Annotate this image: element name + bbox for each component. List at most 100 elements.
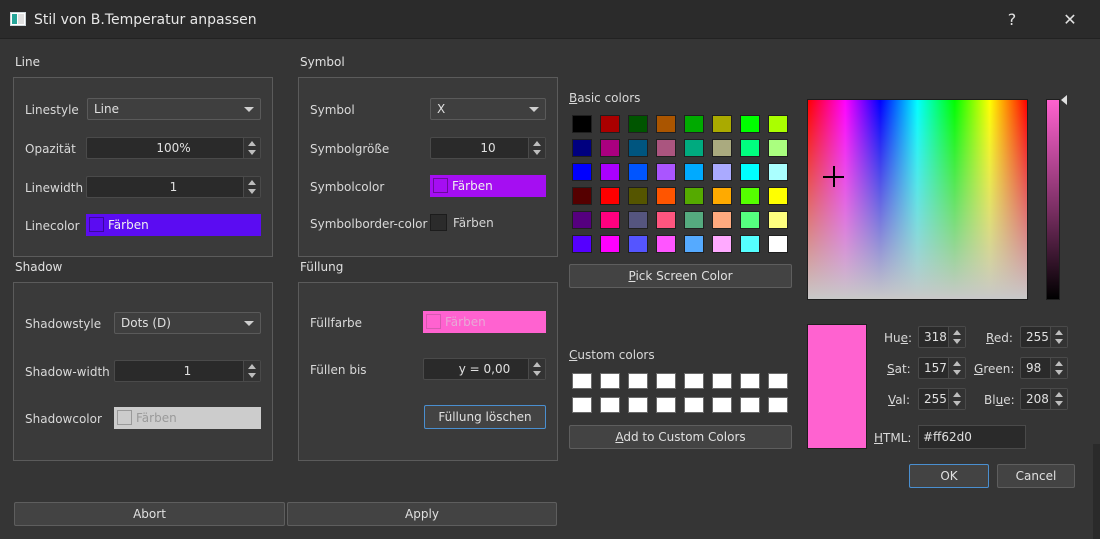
shadowstyle-combo[interactable]: Dots (D): [114, 312, 261, 334]
shadowcolor-button[interactable]: Färben: [114, 407, 261, 429]
spin-up-icon[interactable]: [953, 361, 961, 366]
custom-color-swatch[interactable]: [684, 397, 704, 413]
basic-color-swatch[interactable]: [628, 211, 648, 229]
spin-buttons[interactable]: [948, 358, 965, 378]
basic-color-swatch[interactable]: [768, 187, 788, 205]
custom-color-swatch[interactable]: [656, 373, 676, 389]
spin-up-icon[interactable]: [248, 141, 256, 146]
basic-color-swatch[interactable]: [600, 163, 620, 181]
spin-down-icon[interactable]: [953, 339, 961, 344]
basic-color-swatch[interactable]: [740, 115, 760, 133]
symbolsize-spinbox[interactable]: 10: [430, 137, 546, 159]
spin-up-icon[interactable]: [1055, 392, 1063, 397]
basic-color-swatch[interactable]: [712, 163, 732, 181]
spin-up-icon[interactable]: [248, 364, 256, 369]
linecolor-button[interactable]: Färben: [86, 214, 261, 236]
symbol-combo[interactable]: X: [430, 98, 546, 120]
red-spinbox[interactable]: 255: [1020, 326, 1068, 348]
basic-color-swatch[interactable]: [768, 163, 788, 181]
scrollbar[interactable]: [1093, 444, 1100, 539]
basic-color-swatch[interactable]: [572, 115, 592, 133]
basic-color-swatch[interactable]: [656, 187, 676, 205]
spin-down-icon[interactable]: [533, 150, 541, 155]
spin-buttons[interactable]: [948, 327, 965, 347]
basic-color-swatch[interactable]: [768, 115, 788, 133]
custom-color-swatch[interactable]: [656, 397, 676, 413]
green-spinbox[interactable]: 98: [1020, 357, 1068, 379]
spin-down-icon[interactable]: [248, 150, 256, 155]
custom-color-swatch[interactable]: [572, 373, 592, 389]
spin-up-icon[interactable]: [533, 141, 541, 146]
basic-color-swatch[interactable]: [600, 115, 620, 133]
pick-screen-color-button[interactable]: Pick Screen Color: [569, 264, 792, 288]
ok-button[interactable]: OK: [909, 464, 989, 488]
spin-up-icon[interactable]: [1055, 361, 1063, 366]
basic-color-swatch[interactable]: [684, 235, 704, 253]
basic-color-swatch[interactable]: [628, 235, 648, 253]
basic-color-swatch[interactable]: [572, 139, 592, 157]
slider-arrow-icon[interactable]: [1061, 95, 1067, 105]
spin-down-icon[interactable]: [1055, 401, 1063, 406]
basic-color-swatch[interactable]: [628, 115, 648, 133]
spin-down-icon[interactable]: [1055, 339, 1063, 344]
basic-color-swatch[interactable]: [600, 235, 620, 253]
basic-color-swatch[interactable]: [712, 115, 732, 133]
spin-up-icon[interactable]: [248, 180, 256, 185]
spin-down-icon[interactable]: [953, 370, 961, 375]
basic-color-swatch[interactable]: [684, 211, 704, 229]
basic-color-swatch[interactable]: [768, 139, 788, 157]
sat-spinbox[interactable]: 157: [918, 357, 966, 379]
custom-color-swatch[interactable]: [684, 373, 704, 389]
basic-color-swatch[interactable]: [600, 187, 620, 205]
basic-color-swatch[interactable]: [600, 139, 620, 157]
help-icon[interactable]: ?: [1000, 8, 1024, 32]
custom-color-swatch[interactable]: [628, 373, 648, 389]
spin-buttons[interactable]: [243, 361, 260, 381]
spin-buttons[interactable]: [1050, 358, 1067, 378]
basic-color-swatch[interactable]: [712, 211, 732, 229]
value-slider[interactable]: [1046, 99, 1060, 300]
linewidth-spinbox[interactable]: 1: [86, 176, 261, 198]
custom-color-swatch[interactable]: [740, 397, 760, 413]
spin-buttons[interactable]: [948, 389, 965, 409]
basic-color-swatch[interactable]: [740, 139, 760, 157]
shadowwidth-spinbox[interactable]: 1: [114, 360, 261, 382]
basic-color-swatch[interactable]: [712, 139, 732, 157]
val-spinbox[interactable]: 255: [918, 388, 966, 410]
spin-up-icon[interactable]: [953, 392, 961, 397]
basic-color-swatch[interactable]: [712, 187, 732, 205]
close-icon[interactable]: ✕: [1058, 8, 1082, 32]
spin-down-icon[interactable]: [248, 373, 256, 378]
fillcolor-button[interactable]: Färben: [423, 311, 546, 333]
basic-color-swatch[interactable]: [572, 163, 592, 181]
filluntil-spinbox[interactable]: y = 0,00: [423, 358, 546, 380]
basic-color-swatch[interactable]: [628, 139, 648, 157]
basic-color-swatch[interactable]: [572, 211, 592, 229]
basic-color-swatch[interactable]: [600, 211, 620, 229]
basic-color-swatch[interactable]: [572, 187, 592, 205]
basic-color-swatch[interactable]: [656, 235, 676, 253]
html-color-input[interactable]: #ff62d0: [918, 425, 1026, 449]
spin-down-icon[interactable]: [1055, 370, 1063, 375]
basic-color-swatch[interactable]: [656, 211, 676, 229]
cancel-button[interactable]: Cancel: [997, 464, 1075, 488]
spin-down-icon[interactable]: [533, 371, 541, 376]
abort-button[interactable]: Abort: [14, 502, 285, 526]
spin-buttons[interactable]: [1050, 327, 1067, 347]
basic-color-swatch[interactable]: [656, 163, 676, 181]
custom-color-swatch[interactable]: [600, 373, 620, 389]
custom-color-swatch[interactable]: [572, 397, 592, 413]
custom-color-swatch[interactable]: [768, 397, 788, 413]
basic-color-swatch[interactable]: [712, 235, 732, 253]
basic-color-swatch[interactable]: [768, 211, 788, 229]
spin-up-icon[interactable]: [1055, 330, 1063, 335]
basic-color-swatch[interactable]: [656, 115, 676, 133]
hue-spinbox[interactable]: 318: [918, 326, 966, 348]
basic-color-swatch[interactable]: [684, 163, 704, 181]
basic-color-swatch[interactable]: [740, 163, 760, 181]
basic-color-swatch[interactable]: [656, 139, 676, 157]
custom-color-swatch[interactable]: [712, 397, 732, 413]
spin-buttons[interactable]: [1050, 389, 1067, 409]
spin-up-icon[interactable]: [953, 330, 961, 335]
apply-button[interactable]: Apply: [287, 502, 557, 526]
